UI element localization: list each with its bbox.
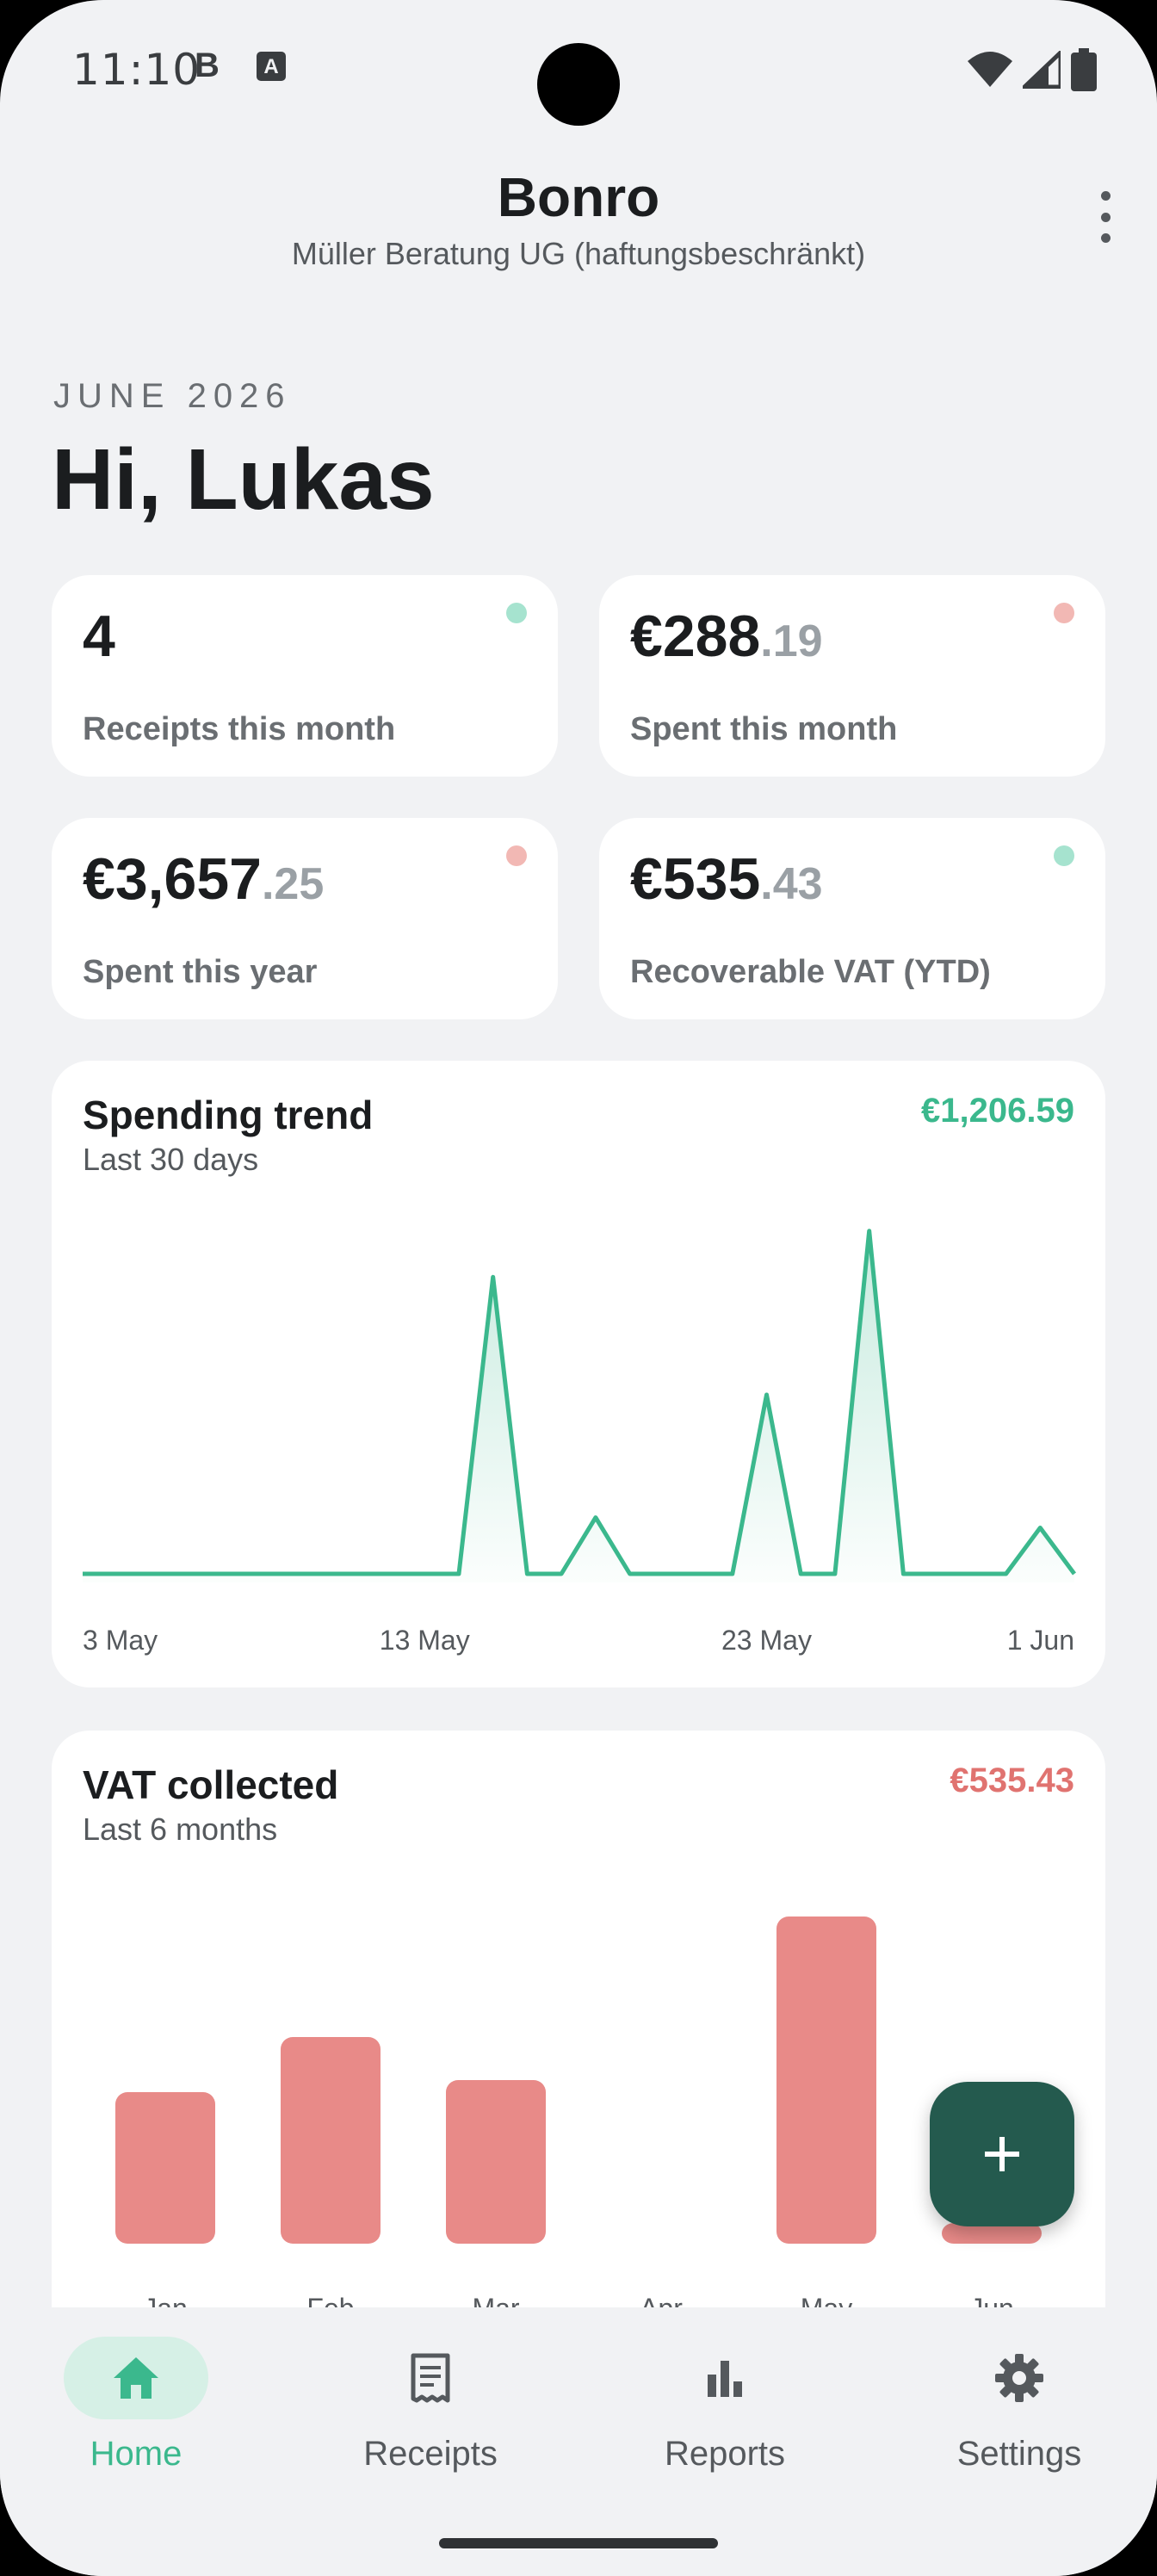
nav-label: Reports	[664, 2435, 786, 2473]
vat-bar[interactable]	[115, 2092, 215, 2244]
vat-bar[interactable]	[281, 2037, 381, 2244]
status-icons	[968, 48, 1097, 91]
nav-item-home[interactable]: Home	[24, 2333, 248, 2488]
spending-trend-card[interactable]: Spending trend Last 30 days €1,206.59 3 …	[52, 1061, 1105, 1687]
stat-card-spent-month[interactable]: €288.19 Spent this month	[599, 575, 1105, 777]
battery-icon	[1071, 48, 1097, 91]
camera-cutout	[537, 43, 620, 126]
x-tick-label: 13 May	[380, 1625, 470, 1656]
stat-value-cents: .25	[261, 859, 325, 909]
stat-value: €288.19	[630, 603, 823, 670]
stat-card-receipts[interactable]: 4 Receipts this month	[52, 575, 558, 777]
home-indicator	[439, 2538, 718, 2548]
stat-card-spent-year[interactable]: €3,657.25 Spent this year	[52, 818, 558, 1019]
month-label: JUNE 2026	[53, 377, 292, 415]
home-icon	[114, 2357, 158, 2399]
add-receipt-button[interactable]	[930, 2082, 1074, 2226]
vat-collected-card[interactable]: VAT collected Last 6 months €535.43 JanF…	[52, 1731, 1105, 2350]
notification-a-icon: A	[257, 52, 286, 81]
stat-value: 4	[83, 603, 115, 670]
stat-label: Spent this month	[630, 711, 898, 747]
status-dot	[1054, 845, 1074, 866]
stat-value-main: €3,657	[83, 846, 262, 912]
status-dot	[506, 845, 527, 866]
x-tick-label: 23 May	[721, 1625, 812, 1656]
stat-label: Recoverable VAT (YTD)	[630, 954, 991, 990]
nav-label: Settings	[956, 2435, 1082, 2473]
app-title: Bonro	[497, 166, 660, 228]
vat-collected-chart: JanFebMarAprMayJun	[115, 1917, 1042, 2324]
x-tick-label: 3 May	[83, 1625, 158, 1656]
receipt-icon	[411, 2353, 450, 2403]
vat-bar[interactable]	[446, 2080, 546, 2244]
device-screen: 11:10 B A Bonro Müller Beratung UG (haft…	[0, 0, 1157, 2576]
spending-trend-chart: 3 May 13 May 23 May 1 Jun	[83, 1229, 1077, 1656]
gear-icon	[995, 2354, 1043, 2402]
x-tick-label: 1 Jun	[1007, 1625, 1074, 1656]
stat-card-recoverable-vat[interactable]: €535.43 Recoverable VAT (YTD)	[599, 818, 1105, 1019]
status-dot	[1054, 603, 1074, 623]
greeting: Hi, Lukas	[52, 431, 435, 528]
stat-value: €535.43	[630, 845, 823, 913]
stat-label: Spent this year	[83, 954, 318, 990]
status-dot	[506, 603, 527, 623]
more-options-icon[interactable]	[1090, 191, 1121, 243]
stat-value-main: €288	[630, 604, 761, 669]
stat-label: Receipts this month	[83, 711, 396, 747]
vat-bar[interactable]	[776, 1917, 876, 2244]
plus-icon	[985, 2137, 1019, 2171]
signal-icon	[1023, 51, 1061, 89]
nav-item-receipts[interactable]: Receipts	[319, 2333, 542, 2488]
nav-item-reports[interactable]: Reports	[613, 2333, 837, 2488]
trend-area-fill	[83, 1230, 1074, 1582]
stat-value-cents: .19	[760, 616, 823, 666]
stat-value-main: €535	[630, 846, 761, 912]
nav-label: Receipts	[363, 2435, 498, 2473]
status-time: 11:10	[72, 45, 201, 95]
company-name: Müller Beratung UG (haftungsbeschränkt)	[291, 236, 866, 271]
trend-line	[83, 1229, 1077, 1576]
bar-chart-icon	[708, 2361, 742, 2397]
stat-value: €3,657.25	[83, 845, 324, 913]
nav-item-settings[interactable]: Settings	[907, 2333, 1131, 2488]
stat-value-cents: .43	[760, 859, 823, 909]
wifi-icon	[968, 52, 1012, 87]
bottom-navigation: Home Receipts Reports Settings	[0, 2307, 1157, 2576]
nav-label: Home	[90, 2435, 183, 2473]
stat-value-main: 4	[83, 604, 115, 669]
notification-b-icon: B	[195, 46, 220, 84]
